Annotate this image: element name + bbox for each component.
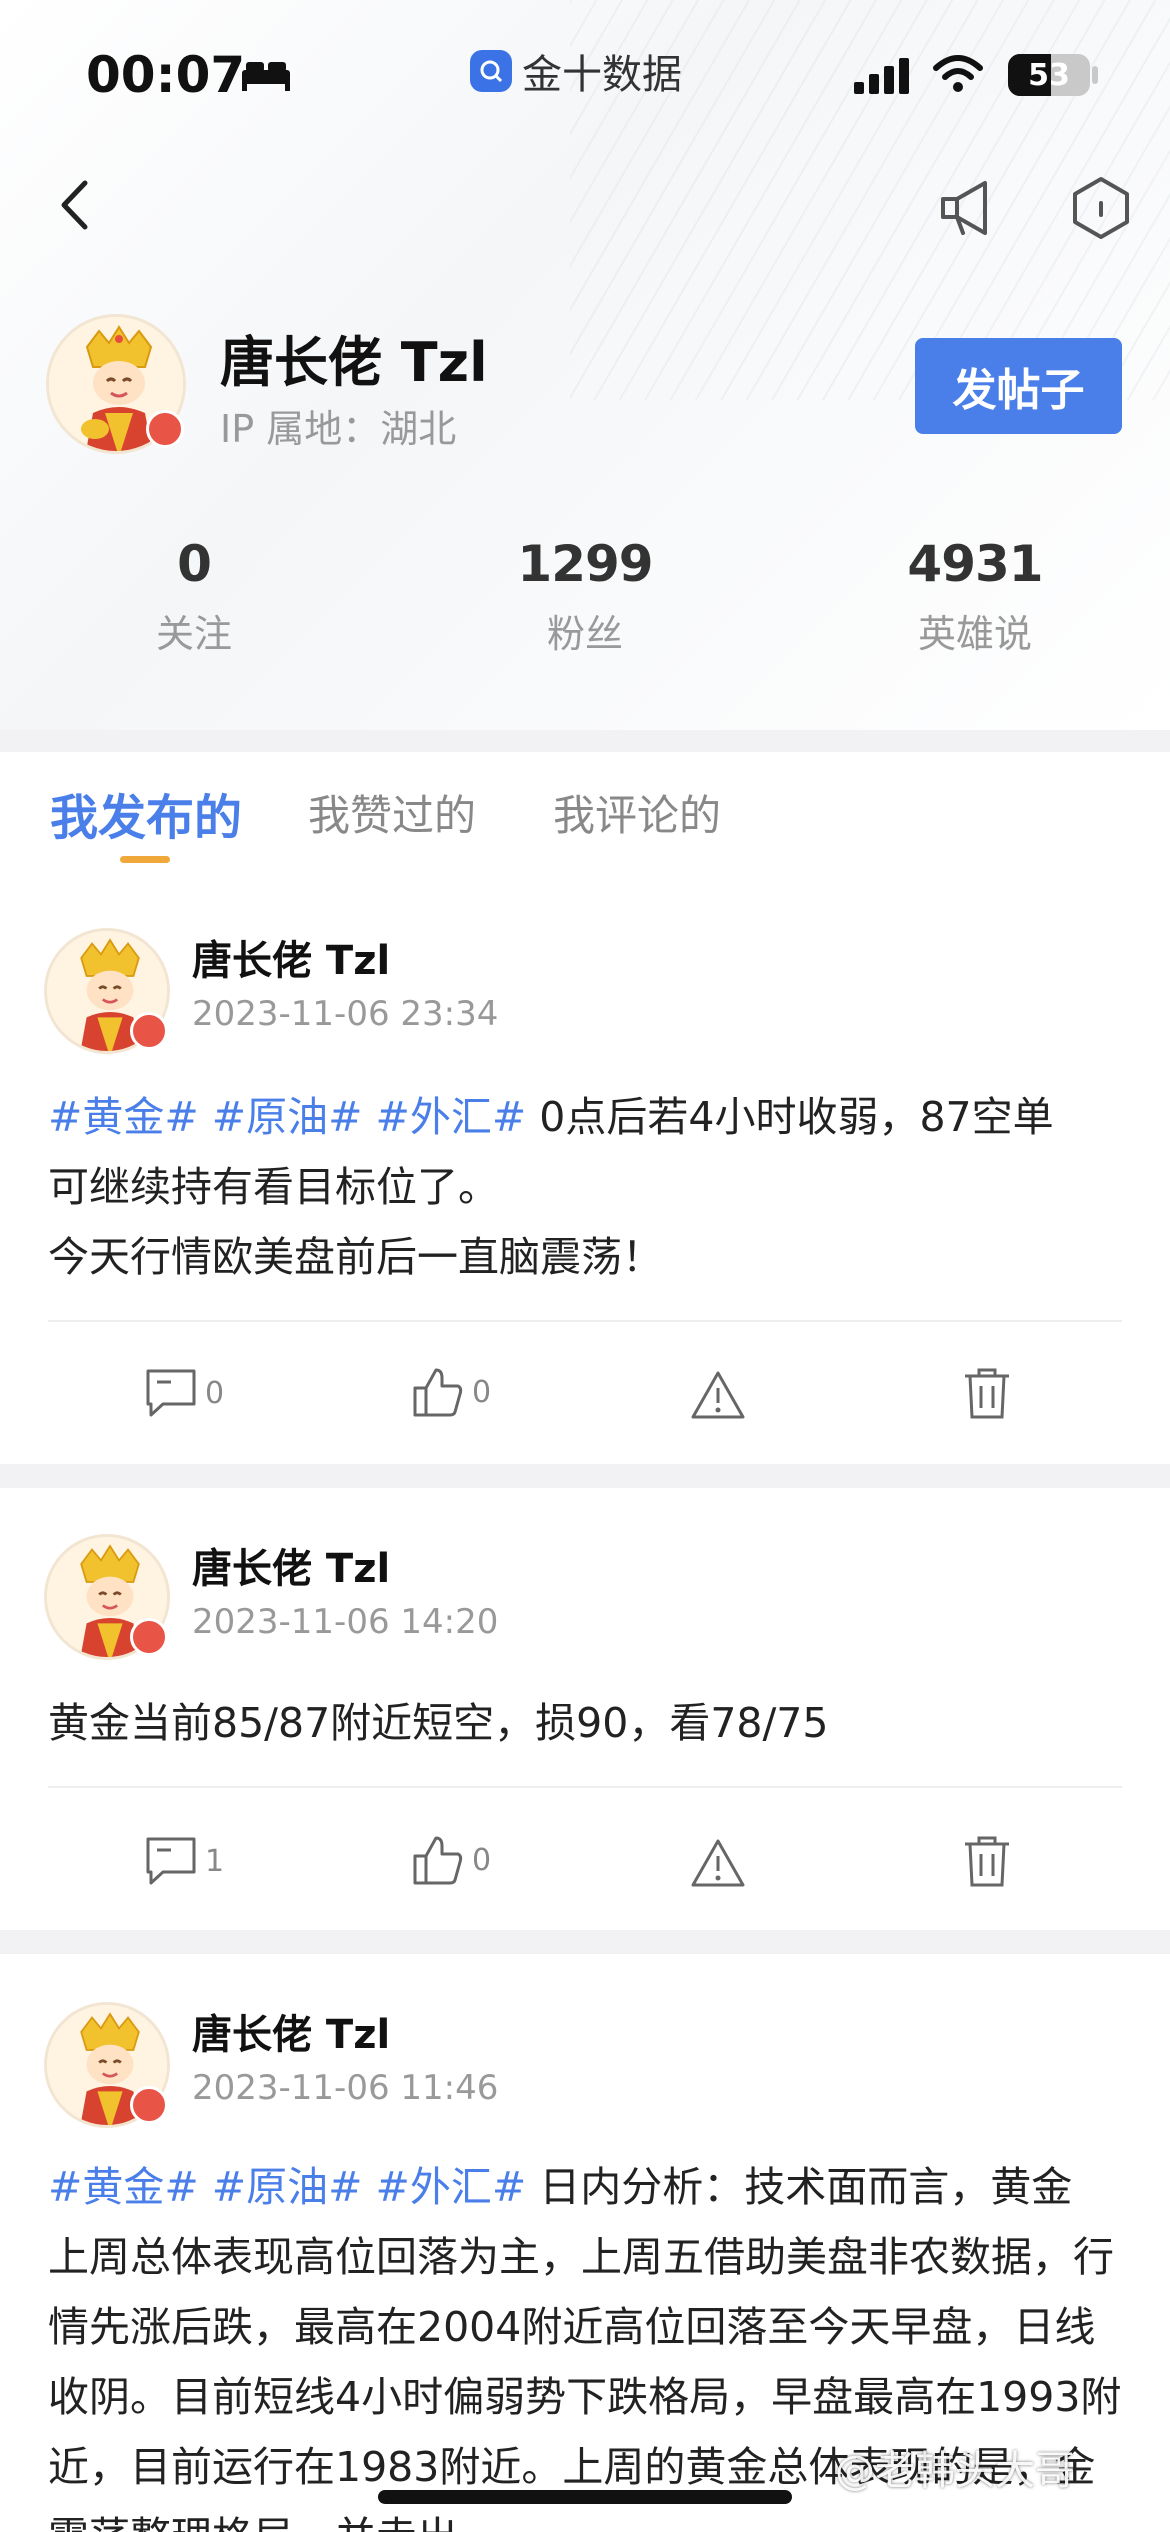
post-time: 2023-11-06 23:34 (192, 994, 499, 1034)
ip-location: IP 属地：湖北 (220, 407, 457, 451)
tab-my-posts[interactable]: 我发布的 (50, 778, 242, 848)
return-to-app-indicator[interactable]: 金十数据 (470, 42, 682, 100)
post-text: 可继续持有看目标位了。 今天行情欧美盘前后一直脑震荡！ (48, 1163, 663, 1281)
like-button[interactable]: 0 (412, 1834, 491, 1886)
profile-name: 唐长佬 Tzl (220, 331, 488, 394)
verified-badge-icon (130, 1012, 168, 1050)
hashtag[interactable]: #黄金# (48, 2163, 199, 2211)
hashtag[interactable]: #外汇# (376, 1093, 527, 1141)
hashtag[interactable]: #原油# (212, 2163, 363, 2211)
post-author[interactable]: 唐长佬 Tzl (192, 928, 390, 986)
wifi-icon (933, 55, 983, 92)
comment-icon (146, 1837, 196, 1885)
app-logo-icon (470, 50, 512, 92)
delete-trash-icon[interactable] (962, 1366, 1012, 1420)
create-post-button[interactable]: 发帖子 (915, 338, 1122, 434)
comment-button[interactable]: 1 (145, 1836, 224, 1886)
hexagon-icon[interactable] (1068, 175, 1134, 241)
report-warning-icon[interactable] (690, 1838, 746, 1888)
post-content: 黄金当前85/87附近短空，损90，看78/75 (48, 1699, 829, 1747)
post-author[interactable]: 唐长佬 Tzl (192, 2002, 390, 2060)
post-divider (48, 1786, 1122, 1788)
signal-icon (854, 58, 909, 94)
tab-liked[interactable]: 我赞过的 (308, 782, 476, 843)
stat-hero-posts[interactable]: 4931 英雄说 (825, 535, 1125, 658)
battery-percent: 53 (1028, 57, 1070, 93)
post-text: 0点后若4小时收弱，87空单 (526, 1093, 1054, 1141)
post-content: #黄金# #原油# #外汇# 0点后若4小时收弱，87空单 可继续持有看目标位了… (48, 1082, 1128, 1292)
verified-badge-icon (146, 410, 184, 448)
post-author[interactable]: 唐长佬 Tzl (192, 1536, 390, 1594)
comment-icon (146, 1369, 196, 1417)
post-time: 2023-11-06 14:20 (192, 1602, 499, 1642)
stat-label: 英雄说 (917, 612, 1032, 656)
hashtag[interactable]: #黄金# (48, 1093, 199, 1141)
comment-button[interactable]: 0 (145, 1368, 224, 1418)
battery-tip (1092, 66, 1098, 84)
bed-icon (242, 62, 290, 91)
stat-value: 1299 (517, 535, 653, 593)
delete-trash-icon[interactable] (962, 1834, 1012, 1888)
report-warning-icon[interactable] (690, 1370, 746, 1420)
stat-label: 关注 (155, 612, 232, 656)
post-time: 2023-11-06 11:46 (192, 2068, 499, 2108)
thumbs-up-icon (413, 1368, 463, 1417)
watermark-text: @老韩头大哥 (835, 2448, 1075, 2494)
post-card[interactable]: 唐长佬 Tzl 2023-11-06 14:20 黄金当前85/87附近短空，损… (0, 1488, 1170, 1930)
stat-value: 4931 (907, 535, 1043, 593)
megaphone-icon[interactable] (935, 175, 1001, 241)
thumbs-up-icon (413, 1836, 463, 1885)
chevron-left-icon (61, 180, 88, 230)
home-indicator[interactable] (378, 2490, 792, 2504)
post-divider (48, 1320, 1122, 1322)
profile-tabs: 我发布的 我赞过的 我评论的 (0, 752, 1170, 882)
stat-followers[interactable]: 1299 粉丝 (435, 535, 735, 658)
post-card[interactable]: 唐长佬 Tzl 2023-11-06 23:34 #黄金# #原油# #外汇# … (0, 882, 1170, 1464)
post-text: 日内分析：技术面而言，黄金 (526, 2163, 1073, 2211)
like-count: 0 (472, 1842, 492, 1878)
tab-commented[interactable]: 我评论的 (553, 782, 721, 843)
verified-badge-icon (130, 1618, 168, 1656)
comment-count: 1 (205, 1843, 225, 1879)
hashtag[interactable]: #外汇# (376, 2163, 527, 2211)
active-tab-indicator (120, 856, 170, 863)
like-count: 0 (472, 1374, 492, 1410)
verified-badge-icon (130, 2086, 168, 2124)
like-button[interactable]: 0 (412, 1366, 491, 1418)
status-time: 00:07 (86, 46, 246, 104)
stat-value: 0 (177, 535, 212, 593)
stat-label: 粉丝 (546, 612, 623, 656)
battery-indicator: 53 (1008, 54, 1090, 96)
stat-following[interactable]: 0 关注 (44, 535, 344, 658)
hashtag[interactable]: #原油# (212, 1093, 363, 1141)
back-button[interactable] (44, 170, 104, 240)
app-name: 金十数据 (522, 52, 682, 98)
comment-count: 0 (205, 1375, 225, 1411)
